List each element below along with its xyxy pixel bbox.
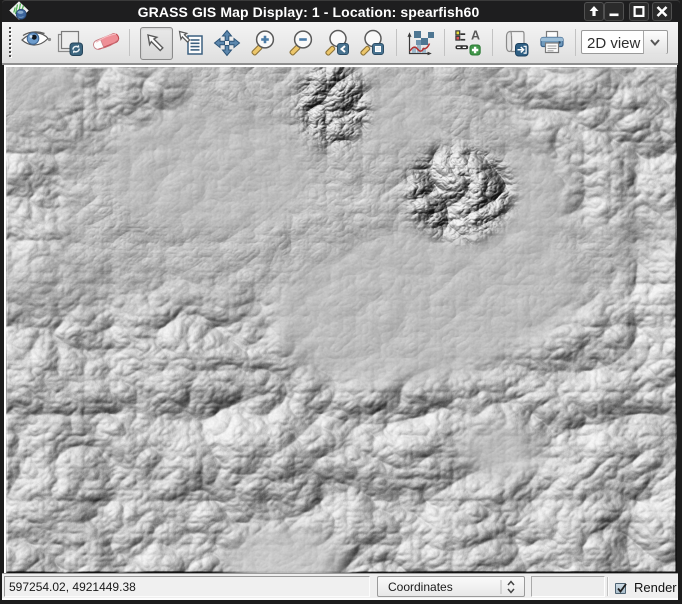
svg-text:A: A [471, 28, 480, 42]
